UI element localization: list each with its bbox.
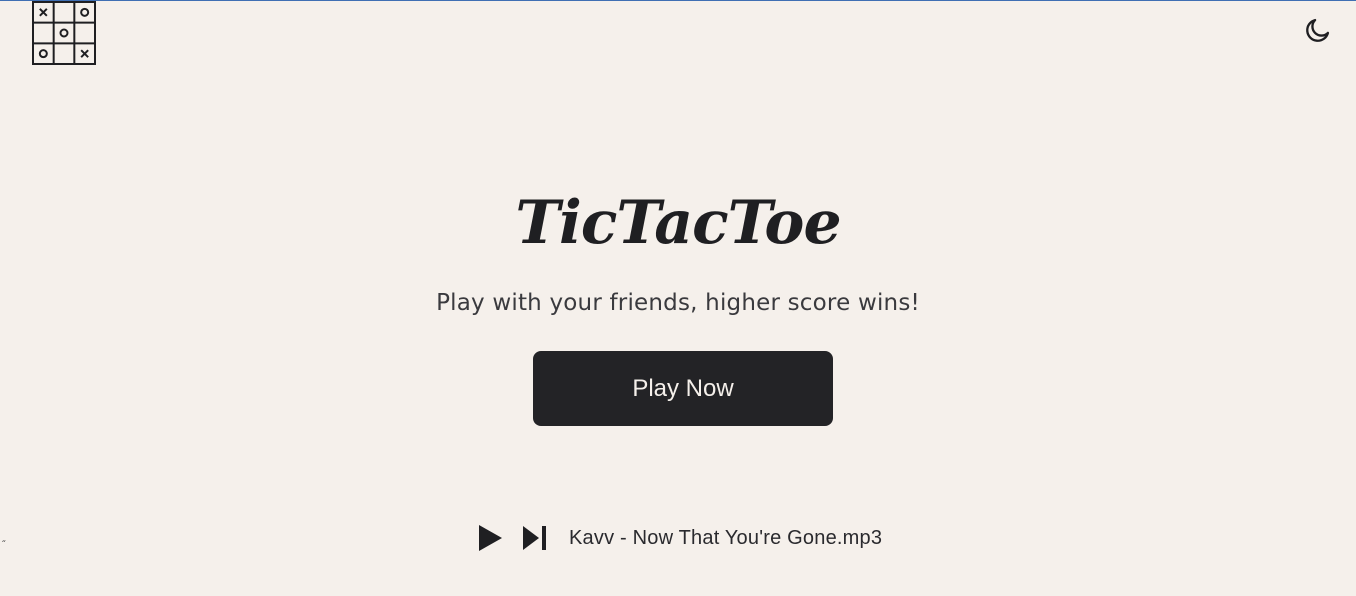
stray-mark: ˝ xyxy=(1,540,6,551)
play-icon[interactable] xyxy=(476,523,504,553)
logo-x-mark xyxy=(80,49,89,58)
music-player: Kavv - Now That You're Gone.mp3 xyxy=(476,521,882,555)
play-now-button[interactable]: Play Now xyxy=(533,351,833,426)
page-title: TicTacToe xyxy=(515,188,841,258)
logo-o-mark xyxy=(80,7,90,17)
logo-x-mark xyxy=(39,8,48,17)
logo-o-mark xyxy=(38,49,48,59)
tic-tac-toe-grid-icon[interactable] xyxy=(32,1,96,65)
page-subtitle: Play with your friends, higher score win… xyxy=(436,290,920,316)
play-now-label: Play Now xyxy=(632,374,734,402)
moon-icon[interactable] xyxy=(1304,16,1332,44)
logo-o-mark xyxy=(59,28,69,38)
top-border xyxy=(0,0,1356,1)
skip-next-icon[interactable] xyxy=(522,525,548,551)
track-name: Kavv - Now That You're Gone.mp3 xyxy=(569,526,883,549)
